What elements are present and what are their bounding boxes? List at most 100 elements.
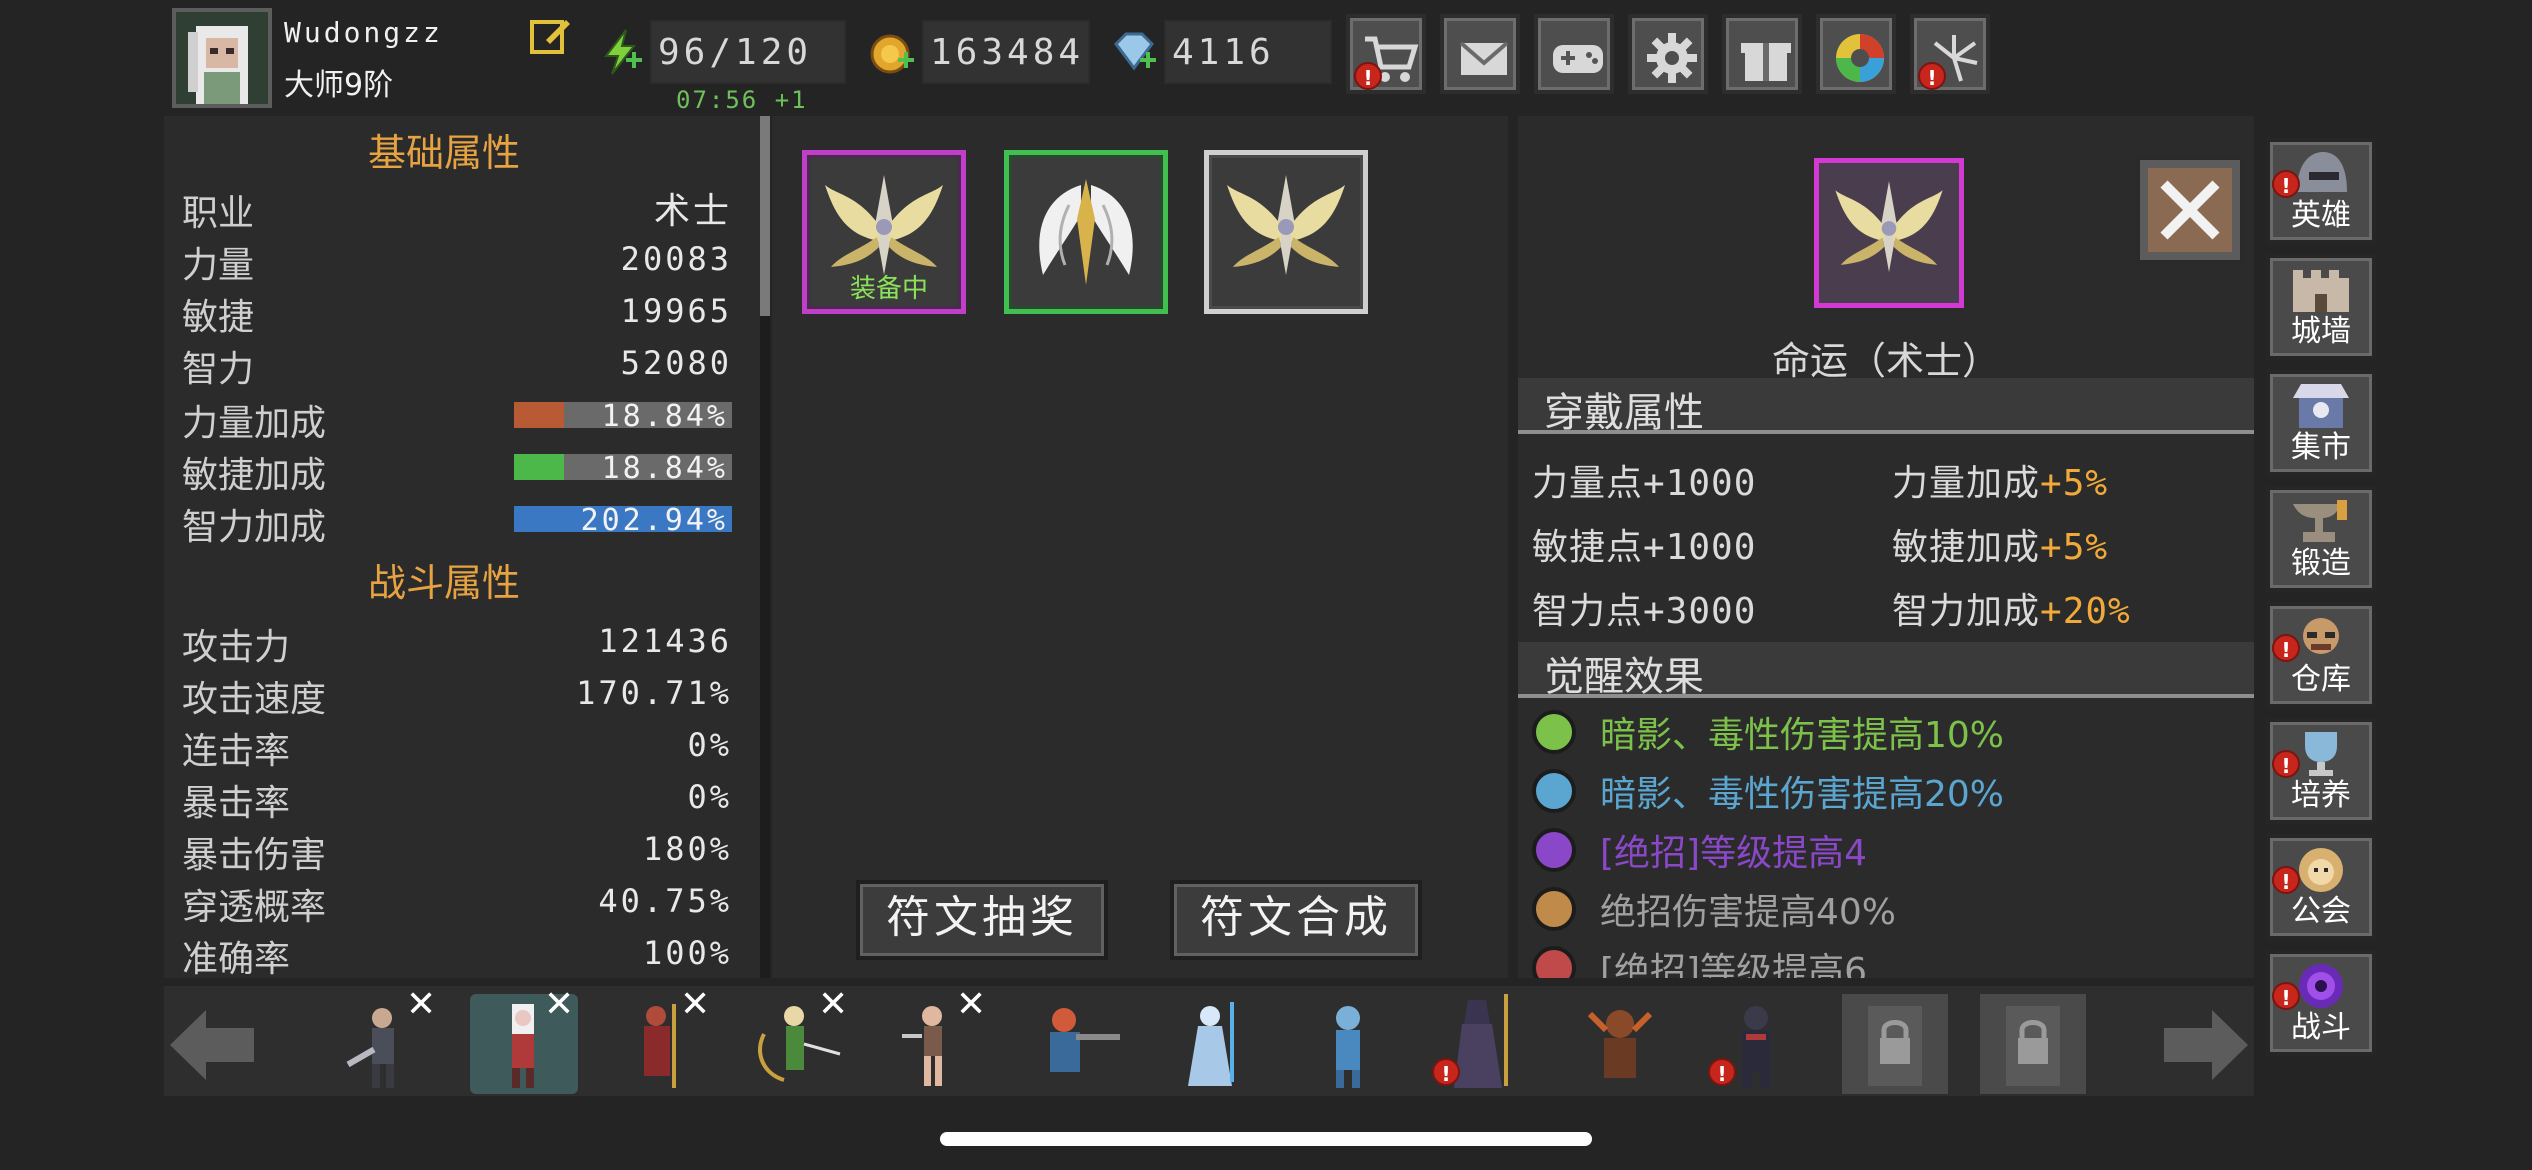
attr-agility-bonus: 敏捷加成+5% <box>1892 527 2109 568</box>
gift-button[interactable] <box>1722 14 1802 94</box>
hero-slot-8[interactable] <box>1296 994 1404 1094</box>
nav-heroes-button[interactable]: ! 英雄 <box>2266 138 2376 244</box>
stat-pierce-rate: 穿透概率 40.75% <box>182 882 732 928</box>
edit-name-icon[interactable] <box>528 14 572 58</box>
rune-lottery-button[interactable]: 符文抽奖 <box>856 880 1108 960</box>
rune-name: 命运（术士） <box>1771 339 2000 383</box>
stat-attack-speed: 攻击速度 170.71% <box>182 674 732 720</box>
stat-accuracy: 准确率 100% <box>182 934 732 978</box>
hero-slot-4[interactable]: ✕ <box>744 984 852 1094</box>
gold-value: 163484 <box>922 20 1090 84</box>
nav-wall-button[interactable]: 城墙 <box>2266 254 2376 360</box>
nav-battle-button[interactable]: ! 战斗 <box>2266 950 2376 1056</box>
close-button[interactable] <box>2136 156 2244 264</box>
mail-icon <box>1459 41 1509 75</box>
remove-hero-5-icon[interactable]: ✕ <box>956 984 986 1025</box>
locked-hero-slot-1[interactable] <box>1842 994 1948 1094</box>
locked-hero-slot-2[interactable] <box>1980 994 2086 1094</box>
equipped-label: 装备中 <box>849 274 928 304</box>
awaken-dot-red <box>1532 946 1576 978</box>
rune-slot-3[interactable] <box>1204 150 1368 314</box>
stat-attack: 攻击力 121436 <box>182 622 732 668</box>
stat-intellect-bonus: 智力加成 202.94% <box>182 492 732 548</box>
gold-coin-icon <box>868 28 916 76</box>
selected-rune-icon <box>1814 158 1964 308</box>
fireworks-alert-badge: ! <box>1918 62 1946 90</box>
awaken-effects-list: 暗影、毒性伤害提高10% 暗影、毒性伤害提高20% [绝招]等级提高4 绝招伤害… <box>1518 700 2254 978</box>
nav-guild-button[interactable]: ! 公会 <box>2266 834 2376 940</box>
awaken-effect-5: [绝招]等级提高6 <box>1532 936 2232 978</box>
stat-strength: 力量 20083 <box>182 240 732 286</box>
stat-strength-bonus: 力量加成 18.84% <box>182 388 732 444</box>
rune-slot-2[interactable] <box>1004 150 1168 314</box>
remove-hero-3-icon[interactable]: ✕ <box>680 984 710 1025</box>
remove-hero-4-icon[interactable]: ✕ <box>818 984 848 1025</box>
stat-class: 职业 术士 <box>182 191 732 234</box>
wear-attributes-header: 穿戴属性 <box>1518 378 2254 436</box>
stat-agility: 敏捷 19965 <box>182 292 732 338</box>
awaken-dot-orange <box>1532 887 1576 931</box>
attr-strength-bonus: 力量加成+5% <box>1892 463 2109 504</box>
attr-intellect-bonus: 智力加成+20% <box>1892 591 2131 632</box>
stat-combo-rate: 连击率 0% <box>182 726 732 772</box>
agility-bonus-fill <box>514 454 564 480</box>
hero-slot-5[interactable]: ✕ <box>882 984 990 1094</box>
nav-market-button[interactable]: 集市 <box>2266 370 2376 476</box>
stats-scrollbar-thumb[interactable] <box>760 116 770 316</box>
awaken-effect-1: 暗影、毒性伤害提高10% <box>1532 700 2232 756</box>
awaken-dot-green <box>1532 710 1576 754</box>
hero-slot-3[interactable]: ✕ <box>606 984 714 1094</box>
hero-slot-2-selected[interactable]: ✕ <box>470 984 578 1094</box>
gunner-hero-icon <box>1050 1008 1120 1072</box>
remove-hero-1-icon[interactable]: ✕ <box>406 984 436 1025</box>
settings-gear-icon <box>1647 33 1697 83</box>
settings-button[interactable] <box>1628 14 1708 94</box>
wings-rune-icon <box>1039 179 1133 285</box>
fireworks-button[interactable]: ! <box>1910 14 1990 94</box>
gem-value: 4116 <box>1164 20 1332 84</box>
strength-bonus-fill <box>514 402 564 428</box>
attr-agility-points: 敏捷点+1000 <box>1532 527 1757 568</box>
gift-icon <box>1741 43 1791 81</box>
mail-button[interactable] <box>1440 14 1520 94</box>
fate-rune-icon <box>1227 175 1345 275</box>
lock-icon <box>1868 1006 1922 1086</box>
hero-slot-1[interactable]: ✕ <box>332 984 440 1094</box>
rune-synthesis-button[interactable]: 符文合成 <box>1170 880 1422 960</box>
stat-intellect: 智力 52080 <box>182 344 732 390</box>
water-spirit-hero-icon <box>1336 1006 1360 1088</box>
color-wheel-button[interactable] <box>1816 14 1896 94</box>
rune-slot-1[interactable]: 装备中 <box>802 150 966 314</box>
awaken-effect-2: 暗影、毒性伤害提高20% <box>1532 759 2232 815</box>
awaken-dot-blue <box>1532 769 1576 813</box>
lock-icon <box>2006 1006 2060 1086</box>
stat-crit-damage: 暴击伤害 180% <box>182 830 732 876</box>
hero-slot-9[interactable]: ! <box>1428 994 1536 1094</box>
gamepad-button[interactable] <box>1534 14 1614 94</box>
hero-slot-11[interactable]: ! <box>1704 994 1812 1094</box>
awaken-effects-header: 觉醒效果 <box>1518 642 2254 700</box>
hero-scroll-right-button[interactable] <box>2156 1000 2252 1090</box>
player-avatar[interactable] <box>172 8 272 108</box>
close-icon <box>2148 168 2232 252</box>
arrow-right-icon <box>2164 1010 2248 1080</box>
nav-forge-button[interactable]: 锻造 <box>2266 486 2376 592</box>
gamepad-icon <box>1553 45 1603 73</box>
hero-scroll-left-button[interactable] <box>166 1000 262 1090</box>
shop-button[interactable]: ! <box>1346 14 1426 94</box>
gem-icon <box>1110 28 1158 76</box>
remove-hero-2-icon[interactable]: ✕ <box>544 984 574 1025</box>
nav-training-button[interactable]: ! 培养 <box>2266 718 2376 824</box>
attr-strength-points: 力量点+1000 <box>1532 463 1757 504</box>
stat-crit-rate: 暴击率 0% <box>182 778 732 824</box>
energy-value: 96/120 <box>650 20 846 84</box>
hero-slot-10[interactable] <box>1566 994 1674 1094</box>
awaken-effect-4: 绝招伤害提高40% <box>1532 877 2232 933</box>
beast-hero-icon <box>1587 1010 1653 1078</box>
hero-11-alert-badge: ! <box>1708 1058 1736 1086</box>
hero-slot-6[interactable] <box>1020 994 1128 1094</box>
nav-warehouse-button[interactable]: ! 仓库 <box>2266 602 2376 708</box>
agility-bonus-bar: 18.84% <box>514 451 732 486</box>
hero-slot-7[interactable] <box>1160 994 1268 1094</box>
home-indicator[interactable] <box>940 1132 1592 1146</box>
